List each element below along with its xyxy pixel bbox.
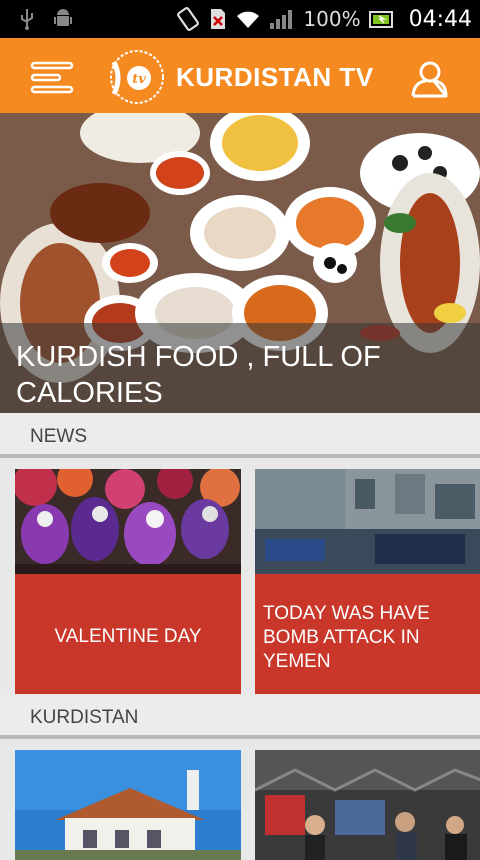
- app-title: KURDISTAN TV: [176, 62, 374, 92]
- svg-text:tv: tv: [132, 72, 146, 87]
- section-header-news: NEWS: [0, 414, 480, 458]
- signal-icon: [270, 10, 293, 29]
- exhibition-image: [255, 750, 480, 860]
- usb-icon: [21, 9, 33, 30]
- kurdistan-card-house[interactable]: [15, 750, 241, 860]
- user-icon: [411, 61, 448, 98]
- kurdistan-tv-logo: tv: [110, 50, 164, 104]
- rotate-icon: [177, 7, 200, 31]
- divider: [0, 735, 480, 739]
- account-button[interactable]: [408, 60, 450, 98]
- menu-icon: [30, 61, 74, 94]
- flowers-image: [15, 469, 241, 574]
- featured-article[interactable]: KURDISH FOOD , FULL OF CALORIES: [0, 113, 480, 413]
- app-bar: tv KURDISTAN TV: [0, 38, 480, 113]
- news-card-title: TODAY WAS HAVE BOMB ATTACK IN YEMEN: [263, 603, 430, 672]
- menu-button[interactable]: [30, 60, 76, 94]
- android-icon: [54, 9, 72, 26]
- news-card-valentine[interactable]: VALENTINE DAY: [15, 469, 241, 694]
- section-title: NEWS: [30, 426, 87, 447]
- battery-percent: 100%: [303, 7, 361, 31]
- featured-title: KURDISH FOOD , FULL OF CALORIES: [16, 341, 381, 409]
- section-title: KURDISTAN: [30, 707, 139, 728]
- street-image: [255, 469, 480, 574]
- divider: [0, 454, 480, 458]
- news-card-title: VALENTINE DAY: [54, 626, 202, 647]
- status-bar: 100% 04:44: [0, 0, 480, 38]
- no-sim-icon: [211, 9, 226, 29]
- wifi-icon: [237, 11, 260, 28]
- clock: 04:44: [408, 6, 472, 32]
- section-header-kurdistan: KURDISTAN: [0, 695, 480, 739]
- kurdistan-card-exhibition[interactable]: [255, 750, 480, 860]
- news-card-bomb-attack[interactable]: TODAY WAS HAVE BOMB ATTACK IN YEMEN: [255, 469, 480, 694]
- battery-icon: [368, 11, 393, 28]
- house-image: [15, 750, 241, 860]
